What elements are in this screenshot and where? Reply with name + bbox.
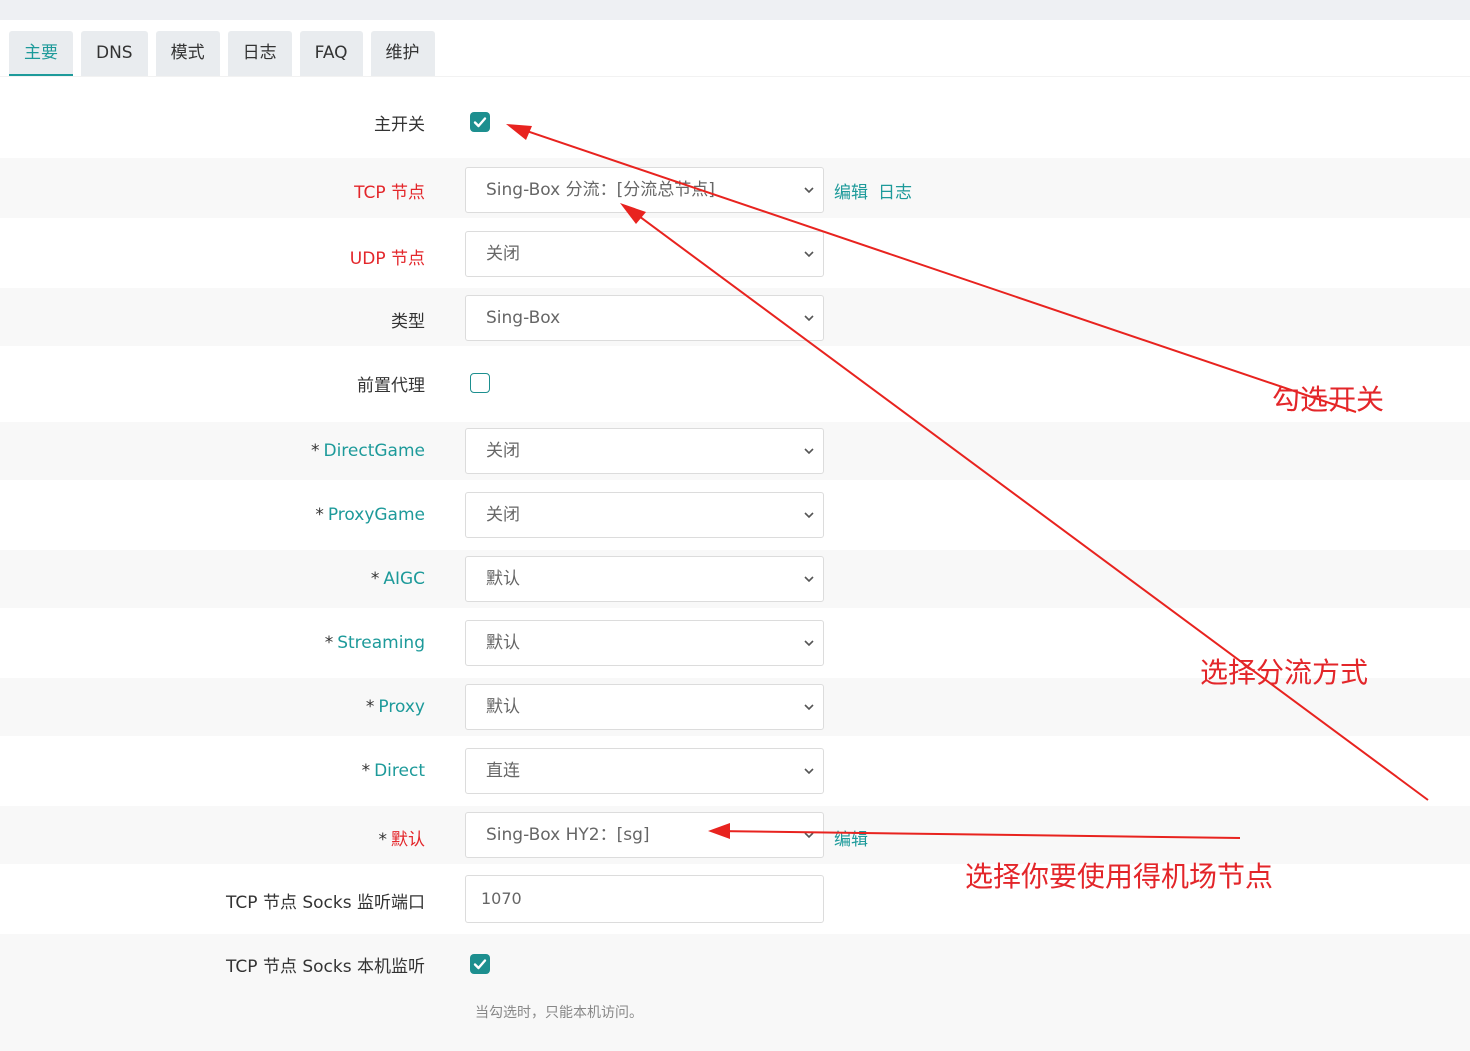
- proxy-select[interactable]: 默认: [465, 684, 824, 730]
- type-value: Sing-Box: [486, 308, 561, 328]
- chevron-down-icon: [804, 315, 814, 322]
- type-label: 类型: [391, 312, 425, 332]
- udp-node-value: 关闭: [486, 244, 520, 264]
- chevron-down-icon: [804, 576, 814, 583]
- row-proxy-game: * ProxyGame 关闭: [0, 482, 1470, 548]
- required-star: *: [370, 569, 380, 589]
- proxy-game-select[interactable]: 关闭: [465, 492, 824, 538]
- row-pre-proxy: 前置代理: [0, 348, 1470, 420]
- annotation-choose-node: 选择你要使用得机场节点: [965, 860, 1274, 893]
- proxy-label: * Proxy: [366, 697, 425, 717]
- udp-node-label: UDP 节点: [349, 249, 425, 269]
- direct-game-select[interactable]: 关闭: [465, 428, 824, 474]
- row-main-switch: 主开关: [0, 88, 1470, 156]
- aigc-value: 默认: [486, 569, 520, 589]
- default-select[interactable]: Sing-Box HY2：[sg]: [465, 812, 824, 858]
- direct-label: * Direct: [362, 761, 425, 781]
- socks-local-hint: 当勾选时，只能本机访问。: [475, 1005, 643, 1021]
- proxy-game-label: * ProxyGame: [315, 505, 425, 525]
- check-icon: [473, 959, 487, 970]
- proxy-label-text: Proxy: [378, 697, 425, 717]
- row-udp-node: UDP 节点 关闭: [0, 220, 1470, 286]
- default-value: Sing-Box HY2：[sg]: [486, 825, 650, 845]
- tab-bar: 主要 DNS 模式 日志 FAQ 维护: [9, 31, 435, 77]
- chevron-down-icon: [804, 640, 814, 647]
- socks-port-value: 1070: [481, 889, 522, 908]
- row-socks-local: TCP 节点 Socks 本机监听 当勾选时，只能本机访问。: [0, 934, 1470, 1051]
- row-tcp-node: TCP 节点 Sing-Box 分流：[分流总节点] 编辑 日志: [0, 158, 1470, 218]
- streaming-value: 默认: [486, 633, 520, 653]
- direct-game-label-text: DirectGame: [323, 441, 425, 461]
- main-switch-checkbox[interactable]: [470, 112, 490, 132]
- required-star: *: [361, 761, 371, 781]
- proxy-game-label-text: ProxyGame: [327, 505, 425, 525]
- direct-game-value: 关闭: [486, 441, 520, 461]
- pre-proxy-checkbox[interactable]: [470, 373, 490, 393]
- tab-faq[interactable]: FAQ: [299, 31, 363, 77]
- pre-proxy-label: 前置代理: [357, 376, 425, 396]
- proxy-value: 默认: [486, 697, 520, 717]
- main-switch-label: 主开关: [374, 115, 425, 135]
- streaming-label: * Streaming: [325, 633, 425, 653]
- tcp-node-value: Sing-Box 分流：[分流总节点]: [486, 180, 715, 200]
- row-direct-game: * DirectGame 关闭: [0, 422, 1470, 480]
- streaming-label-text: Streaming: [337, 633, 425, 653]
- row-type: 类型 Sing-Box: [0, 288, 1470, 346]
- socks-port-label: TCP 节点 Socks 监听端口: [226, 893, 425, 913]
- chevron-down-icon: [804, 768, 814, 775]
- socks-local-checkbox[interactable]: [470, 954, 490, 974]
- proxy-game-value: 关闭: [486, 505, 520, 525]
- required-star: *: [324, 633, 334, 653]
- aigc-label-text: AIGC: [383, 569, 425, 589]
- chevron-down-icon: [804, 832, 814, 839]
- tab-dns[interactable]: DNS: [81, 31, 148, 77]
- required-star: *: [310, 441, 320, 461]
- chevron-down-icon: [804, 448, 814, 455]
- chevron-down-icon: [804, 251, 814, 258]
- tab-mode[interactable]: 模式: [155, 31, 220, 77]
- tab-maintenance[interactable]: 维护: [370, 31, 435, 77]
- annotation-check-switch: 勾选开关: [1272, 383, 1385, 416]
- tcp-node-label: TCP 节点: [354, 183, 425, 203]
- row-direct: * Direct 直连: [0, 738, 1470, 804]
- row-aigc: * AIGC 默认: [0, 550, 1470, 608]
- type-select[interactable]: Sing-Box: [465, 295, 824, 341]
- tcp-node-log-link[interactable]: 日志: [878, 178, 912, 203]
- chevron-down-icon: [804, 512, 814, 519]
- udp-node-select[interactable]: 关闭: [465, 231, 824, 277]
- direct-select[interactable]: 直连: [465, 748, 824, 794]
- required-star: *: [378, 830, 388, 850]
- tcp-node-edit-link[interactable]: 编辑: [834, 178, 868, 203]
- check-icon: [473, 117, 487, 128]
- socks-port-input[interactable]: 1070: [465, 875, 824, 923]
- required-star: *: [365, 697, 375, 717]
- top-bar: [0, 0, 1470, 20]
- direct-game-label: * DirectGame: [311, 441, 425, 461]
- chevron-down-icon: [804, 704, 814, 711]
- tab-divider: [0, 76, 1470, 77]
- chevron-down-icon: [804, 187, 814, 194]
- tcp-node-select[interactable]: Sing-Box 分流：[分流总节点]: [465, 167, 824, 213]
- default-edit-link[interactable]: 编辑: [834, 825, 868, 850]
- tab-main[interactable]: 主要: [9, 31, 73, 77]
- direct-label-text: Direct: [374, 761, 425, 781]
- required-star: *: [315, 505, 324, 525]
- tab-log[interactable]: 日志: [227, 31, 292, 77]
- annotation-choose-mode: 选择分流方式: [1200, 656, 1369, 689]
- aigc-select[interactable]: 默认: [465, 556, 824, 602]
- direct-value: 直连: [486, 761, 520, 781]
- default-label-text: 默认: [391, 830, 425, 850]
- aigc-label: * AIGC: [371, 569, 425, 589]
- streaming-select[interactable]: 默认: [465, 620, 824, 666]
- socks-local-label: TCP 节点 Socks 本机监听: [226, 957, 425, 977]
- default-label: * 默认: [379, 825, 426, 850]
